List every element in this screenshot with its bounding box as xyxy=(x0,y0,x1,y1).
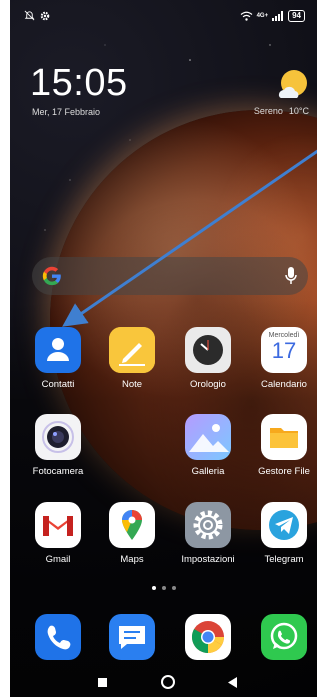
app-label: Gmail xyxy=(45,554,71,565)
status-bar: 4G+ 94 xyxy=(24,10,305,26)
app-label: Galleria xyxy=(191,466,225,477)
page-indicator[interactable] xyxy=(10,586,317,590)
folder-icon xyxy=(261,414,307,460)
gmail-icon xyxy=(35,502,81,548)
messages-icon xyxy=(109,614,155,660)
chrome-icon xyxy=(185,614,231,660)
app-orologio[interactable]: Orologio xyxy=(173,327,243,390)
weather-temperature: 10°C xyxy=(288,106,309,116)
navigation-bar xyxy=(10,675,317,693)
app-label: Impostazioni xyxy=(181,554,235,565)
app-label: Gestore File xyxy=(258,466,310,477)
weather-condition: Sereno xyxy=(253,106,283,116)
gallery-icon xyxy=(185,414,231,460)
home-button[interactable] xyxy=(161,675,175,689)
gear-icon xyxy=(40,11,50,20)
weather-widget[interactable]: Sereno 10°C xyxy=(254,106,309,116)
app-contatti[interactable]: Contatti xyxy=(23,327,93,390)
partly-sunny-icon[interactable] xyxy=(275,68,309,102)
app-label: Telegram xyxy=(264,554,304,565)
app-label: Note xyxy=(121,379,143,390)
app-label: Fotocamera xyxy=(32,466,84,477)
clock-time[interactable]: 15:05 xyxy=(30,62,128,105)
dock-chrome[interactable] xyxy=(173,614,243,660)
app-impostazioni[interactable]: Impostazioni xyxy=(173,502,243,565)
signal-icon xyxy=(272,11,284,21)
camera-icon xyxy=(35,414,81,460)
maps-icon xyxy=(109,502,155,548)
dock-phone[interactable] xyxy=(23,614,93,660)
app-gmail[interactable]: Gmail xyxy=(23,502,93,565)
wifi-icon xyxy=(240,11,252,21)
app-label: Orologio xyxy=(190,379,226,390)
app-label: Maps xyxy=(120,554,144,565)
app-fotocamera[interactable]: Fotocamera xyxy=(23,414,93,477)
microphone-icon[interactable] xyxy=(284,266,298,286)
app-telegram[interactable]: Telegram xyxy=(249,502,317,565)
recents-button[interactable] xyxy=(98,678,107,687)
app-galleria[interactable]: Galleria xyxy=(173,414,243,477)
back-button[interactable] xyxy=(228,677,238,688)
calendar-day: 17 xyxy=(271,338,297,363)
contacts-icon xyxy=(35,327,81,373)
settings-icon xyxy=(185,502,231,548)
notes-icon xyxy=(109,327,155,373)
dock-whatsapp[interactable] xyxy=(249,614,317,660)
google-search-bar[interactable] xyxy=(32,257,308,295)
clock-date: Mer, 17 Febbraio xyxy=(32,107,101,117)
app-label: Contatti xyxy=(41,379,75,390)
page-dot[interactable] xyxy=(161,586,166,590)
page-dot[interactable] xyxy=(171,586,176,590)
whatsapp-icon xyxy=(261,614,307,660)
app-maps[interactable]: Maps xyxy=(97,502,167,565)
app-label: Calendario xyxy=(261,379,307,390)
dock-messages[interactable] xyxy=(97,614,167,660)
telegram-icon xyxy=(261,502,307,548)
app-note[interactable]: Note xyxy=(97,327,167,390)
phone-icon xyxy=(35,614,81,660)
home-screen: 4G+ 94 15:05 Mer, 17 Febbraio Sereno 10°… xyxy=(10,0,317,697)
bell-muted-icon xyxy=(24,10,35,21)
app-calendario[interactable]: Mercoledì 17 Calendario xyxy=(249,327,317,390)
google-logo-icon xyxy=(42,266,61,286)
battery-icon: 94 xyxy=(288,10,305,22)
app-gestore-file[interactable]: Gestore File xyxy=(249,414,317,477)
calendar-icon: Mercoledì 17 xyxy=(261,327,307,373)
page-dot[interactable] xyxy=(151,586,156,590)
network-type: 4G+ xyxy=(256,13,269,19)
clock-icon xyxy=(185,327,231,373)
